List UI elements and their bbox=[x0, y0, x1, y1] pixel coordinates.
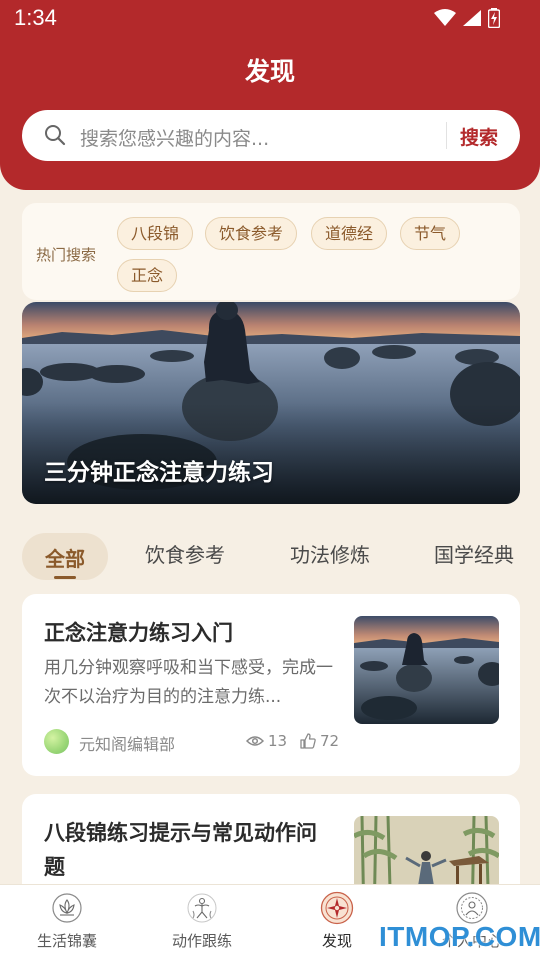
search-icon bbox=[45, 125, 66, 146]
hot-tag[interactable]: 八段锦 bbox=[117, 217, 194, 250]
tab-active-indicator bbox=[54, 576, 76, 579]
nav-label-discover: 发现 bbox=[321, 932, 352, 950]
tab-all-label[interactable]: 全部 bbox=[22, 543, 108, 572]
wifi-icon bbox=[434, 9, 456, 26]
article-title: 正念注意力练习入门 bbox=[44, 621, 233, 645]
hot-tag[interactable]: 道德经 bbox=[311, 217, 388, 250]
tab-classics[interactable]: 国学经典 bbox=[434, 539, 514, 568]
page-title: 发现 bbox=[244, 57, 295, 86]
category-tabs: 全部 饮食参考 功法修炼 国学经典 bbox=[0, 528, 540, 582]
views-count: 13 bbox=[268, 732, 288, 750]
status-time: 1:34 bbox=[14, 5, 57, 30]
nav-item-life[interactable]: 生活锦囊 bbox=[17, 891, 117, 951]
nav-item-follow[interactable]: 动作跟练 bbox=[152, 891, 252, 951]
hot-search-label: 热门搜索 bbox=[36, 246, 97, 264]
hot-tag[interactable]: 饮食参考 bbox=[205, 217, 298, 250]
status-bar: 1:34 bbox=[0, 0, 540, 36]
article-description: 用几分钟观察呼吸和当下感受，完成一次不以治疗为目的的注意力练... bbox=[44, 658, 333, 707]
likes-count: 72 bbox=[320, 732, 340, 750]
likes-stat[interactable]: 72 bbox=[300, 732, 339, 750]
search-button[interactable]: 搜索 bbox=[460, 123, 498, 150]
nav-label-follow: 动作跟练 bbox=[171, 932, 232, 950]
hot-tag[interactable]: 正念 bbox=[117, 259, 178, 292]
compass-icon bbox=[320, 891, 354, 925]
watermark: ITMOP.COM bbox=[379, 921, 540, 952]
author-name: 元知阁编辑部 bbox=[79, 735, 176, 754]
header: 1:34 发现 搜索您感兴趣的内容... 搜索 bbox=[0, 0, 540, 190]
search-divider bbox=[446, 122, 447, 149]
search-placeholder: 搜索您感兴趣的内容... bbox=[80, 128, 270, 150]
status-icons bbox=[434, 8, 500, 28]
signal-icon bbox=[463, 10, 481, 26]
eye-icon bbox=[246, 736, 264, 746]
featured-banner[interactable]: 三分钟正念注意力练习 bbox=[22, 302, 520, 504]
tab-diet[interactable]: 饮食参考 bbox=[145, 539, 225, 568]
search-input[interactable]: 搜索您感兴趣的内容... 搜索 bbox=[22, 110, 520, 161]
battery-icon bbox=[488, 8, 500, 28]
article-card[interactable]: 正念注意力练习入门 用几分钟观察呼吸和当下感受，完成一次不以治疗为目的的注意力练… bbox=[22, 594, 520, 776]
nav-item-discover[interactable]: 发现 bbox=[287, 891, 387, 951]
lotus-icon bbox=[52, 893, 82, 923]
profile-icon bbox=[456, 892, 488, 924]
article-thumbnail bbox=[354, 616, 499, 724]
thumbs-up-icon bbox=[300, 733, 316, 749]
views-stat: 13 bbox=[246, 732, 287, 750]
hot-search-card: 热门搜索 八段锦 饮食参考 道德经 节气 正念 bbox=[22, 203, 520, 300]
author-avatar bbox=[44, 729, 69, 754]
figure-icon bbox=[187, 893, 217, 923]
tab-practice[interactable]: 功法修炼 bbox=[290, 539, 370, 568]
hot-tag[interactable]: 节气 bbox=[400, 217, 461, 250]
nav-label-life: 生活锦囊 bbox=[36, 932, 97, 950]
article-title: 八段锦练习提示与常见动作问题 bbox=[44, 821, 317, 879]
banner-title: 三分钟正念注意力练习 bbox=[44, 460, 274, 486]
